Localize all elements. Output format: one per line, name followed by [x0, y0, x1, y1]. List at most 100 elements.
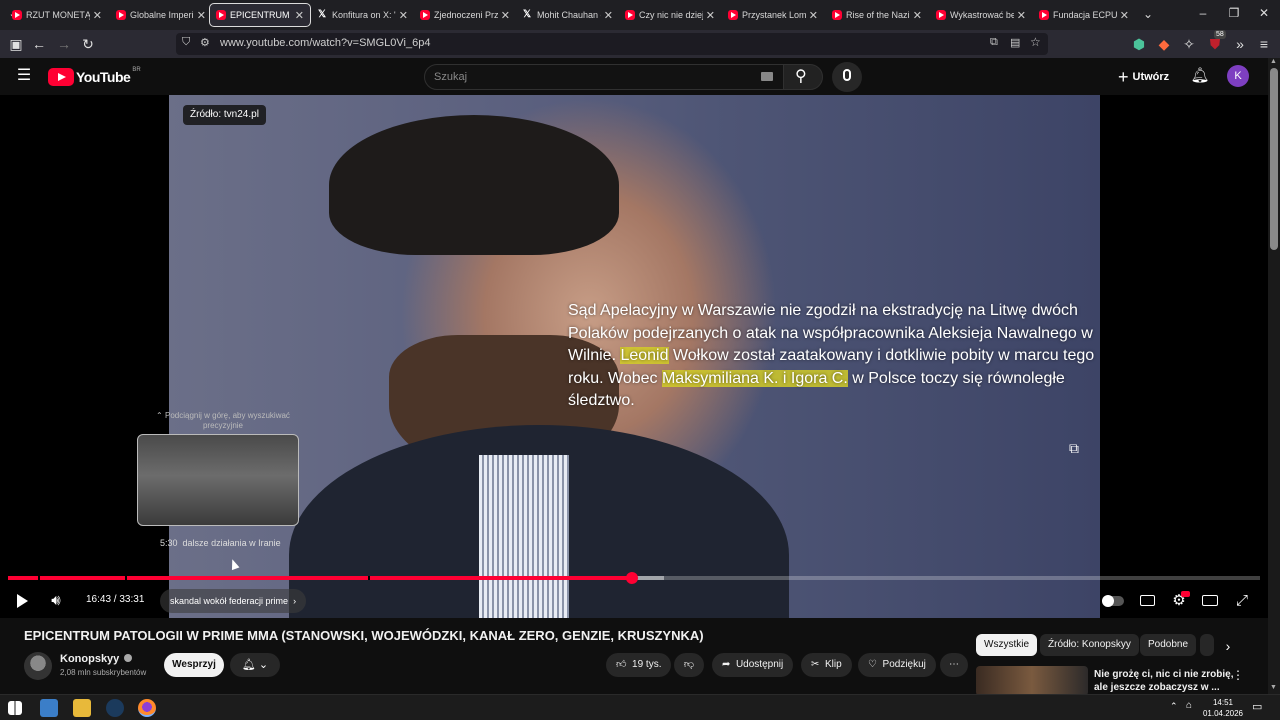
youtube-icon [728, 10, 738, 20]
fox-extension-icon[interactable]: ◆ [1155, 35, 1173, 53]
close-window-icon[interactable]: ✕ [1254, 6, 1274, 20]
more-actions-button[interactable]: ⋯ [940, 653, 968, 677]
scroll-down-icon[interactable]: ▼ [1270, 684, 1277, 691]
reload-icon[interactable]: ↻ [79, 35, 97, 53]
chip-source[interactable]: Źródło: Konopskyy [1040, 634, 1139, 656]
ublock-extension-icon[interactable]: ⛊ 58 [1206, 30, 1226, 53]
autoplay-toggle[interactable] [1100, 590, 1126, 612]
fullscreen-button[interactable]: ⤢ [1232, 590, 1252, 612]
chip-all[interactable]: Wszystkie [976, 634, 1037, 656]
keyboard-icon[interactable] [761, 72, 773, 81]
progress-bar[interactable] [8, 572, 1260, 584]
clip-button[interactable]: ✂ Klip [801, 653, 852, 677]
dislike-button[interactable]: 👎︎ [674, 653, 704, 677]
firefox-icon[interactable] [138, 699, 156, 717]
browser-tab[interactable]: Rise of the Nazis a✕ [826, 3, 928, 27]
settings-button[interactable]: ⚙ [1169, 590, 1190, 612]
volume-button[interactable]: 🔊︎ [46, 590, 66, 612]
restore-icon[interactable]: ❐ [1224, 6, 1244, 20]
app-menu-icon[interactable]: ≡ [1255, 35, 1273, 53]
recommendation-menu-icon[interactable]: ⋮ [1232, 668, 1244, 684]
search-box[interactable]: Szukaj [424, 64, 784, 90]
scrollbar-thumb[interactable] [1270, 68, 1278, 250]
windows-start-icon[interactable] [8, 701, 22, 715]
browser-tab[interactable]: RZUT MONETĄ DE✕ [6, 3, 108, 27]
steam-icon[interactable] [106, 699, 124, 717]
picture-in-picture-icon[interactable]: ⧉ [990, 36, 998, 49]
voice-search-button[interactable] [832, 62, 862, 92]
miniplayer-icon[interactable]: ⧉ [1063, 437, 1085, 459]
chapter-button[interactable]: skandal wokół federacji prime › [160, 589, 307, 613]
channel-name[interactable]: Konopskyy [60, 653, 133, 665]
search-input[interactable]: Szukaj [434, 71, 467, 83]
scrub-hint-text: Podciągnij w górę, aby wyszukiwać precyz… [164, 411, 290, 430]
chips-next-icon[interactable]: › [1218, 636, 1238, 656]
youtube-logo[interactable]: YouTube BR [48, 67, 141, 87]
computer-icon[interactable] [40, 699, 58, 717]
tab-close-icon[interactable]: ✕ [706, 9, 715, 22]
tab-close-icon[interactable]: ✕ [809, 9, 818, 22]
tab-close-icon[interactable]: ✕ [604, 9, 613, 22]
page-scrollbar[interactable]: ▲ ▼ [1268, 58, 1280, 694]
tab-close-icon[interactable]: ✕ [93, 9, 102, 22]
tab-close-icon[interactable]: ✕ [399, 9, 408, 22]
tab-close-icon[interactable]: ✕ [1017, 9, 1026, 22]
share-button[interactable]: ➦ Udostępnij [712, 653, 794, 677]
recommendation-thumbnail[interactable] [976, 666, 1088, 696]
browser-tab[interactable]: 𝕏 Konfitura on X: "P✕ [312, 3, 414, 27]
tab-close-icon[interactable]: ✕ [913, 9, 922, 22]
tab-close-icon[interactable]: ✕ [501, 9, 510, 22]
network-icon[interactable]: ⌂ [1186, 700, 1192, 711]
thumbs-up-icon: 👍︎ [616, 659, 627, 670]
taskbar-clock[interactable]: 14:51 01.04.2026 [1200, 697, 1246, 719]
clip-label: Klip [824, 659, 842, 670]
like-button[interactable]: 👍︎ 19 tys. [606, 653, 672, 677]
browser-tab[interactable]: Globalne Imperium✕ [110, 3, 212, 27]
channel-avatar[interactable] [24, 652, 52, 680]
account-avatar[interactable]: K [1227, 65, 1249, 87]
page-info-icon[interactable]: ⚙ [200, 36, 210, 49]
browser-tab[interactable]: Czy nic nie dzieje s✕ [619, 3, 721, 27]
subscription-bell-button[interactable]: 🔔︎ ⌄ [230, 653, 280, 677]
shield-icon[interactable]: ⛉ [182, 36, 190, 49]
browser-tab[interactable]: Przystanek Lomba✕ [722, 3, 824, 27]
subtitles-button[interactable] [1137, 590, 1157, 612]
back-icon[interactable]: ← [30, 35, 48, 53]
minimize-icon[interactable]: – [1193, 6, 1213, 20]
play-button[interactable] [12, 590, 32, 612]
create-button[interactable]: + Utwórz [1118, 64, 1169, 90]
scrubber-handle[interactable] [626, 572, 638, 584]
tab-close-icon[interactable]: ✕ [295, 9, 304, 22]
overflow-chevrons-icon[interactable]: » [1231, 35, 1249, 53]
vpn-extension-icon[interactable]: ⬢ [1130, 35, 1148, 53]
thanks-button[interactable]: ♡ Podziękuj [858, 653, 936, 677]
browser-tab[interactable]: EPICENTRUM PATO✕ [209, 3, 311, 27]
browser-tab[interactable]: Zjednoczeni Przec✕ [414, 3, 516, 27]
subtitles-icon [1139, 595, 1155, 606]
video-player[interactable]: Źródło: tvn24.pl Sąd Apelacyjny w Warsza… [0, 95, 1268, 618]
tray-chevron-icon[interactable]: ⌃ [1170, 701, 1178, 712]
sidebar-toggle-icon[interactable]: ▣ [7, 35, 25, 53]
tab-close-icon[interactable]: ✕ [197, 9, 206, 22]
chip-more[interactable] [1200, 634, 1214, 656]
browser-tab[interactable]: Fundacja ECPU Po✕ [1033, 3, 1135, 27]
notifications-icon[interactable]: ▭ [1252, 700, 1262, 713]
extensions-puzzle-icon[interactable]: ✧ [1180, 35, 1198, 53]
browser-tab[interactable]: 𝕏 Mohit Chauhan on✕ [517, 3, 619, 27]
reader-view-icon[interactable]: ▤ [1010, 36, 1020, 49]
file-explorer-icon[interactable] [73, 699, 91, 717]
search-button[interactable]: ⚲ [783, 64, 823, 90]
list-all-tabs-icon[interactable]: ⌄ [1140, 5, 1156, 23]
notifications-bell-icon[interactable]: 🔔︎ [1190, 66, 1210, 86]
hamburger-menu-icon[interactable]: ☰ [14, 66, 34, 86]
forward-icon[interactable]: → [55, 35, 73, 53]
theater-mode-button[interactable] [1200, 590, 1220, 612]
support-button[interactable]: Wesprzyj [164, 653, 224, 677]
tab-close-icon[interactable]: ✕ [1120, 9, 1129, 22]
chip-related[interactable]: Podobne [1140, 634, 1197, 656]
bookmark-star-icon[interactable]: ☆ [1030, 35, 1041, 49]
address-bar[interactable]: ⛉ ⚙ www.youtube.com/watch?v=SMGL0Vi_6p4 … [176, 33, 1048, 55]
scroll-up-icon[interactable]: ▲ [1270, 58, 1277, 65]
browser-tab[interactable]: Wykastrować bezc✕ [930, 3, 1032, 27]
recommendation-title[interactable]: Nie grożę ci, nic ci nie zrobię, ale jes… [1094, 668, 1234, 694]
